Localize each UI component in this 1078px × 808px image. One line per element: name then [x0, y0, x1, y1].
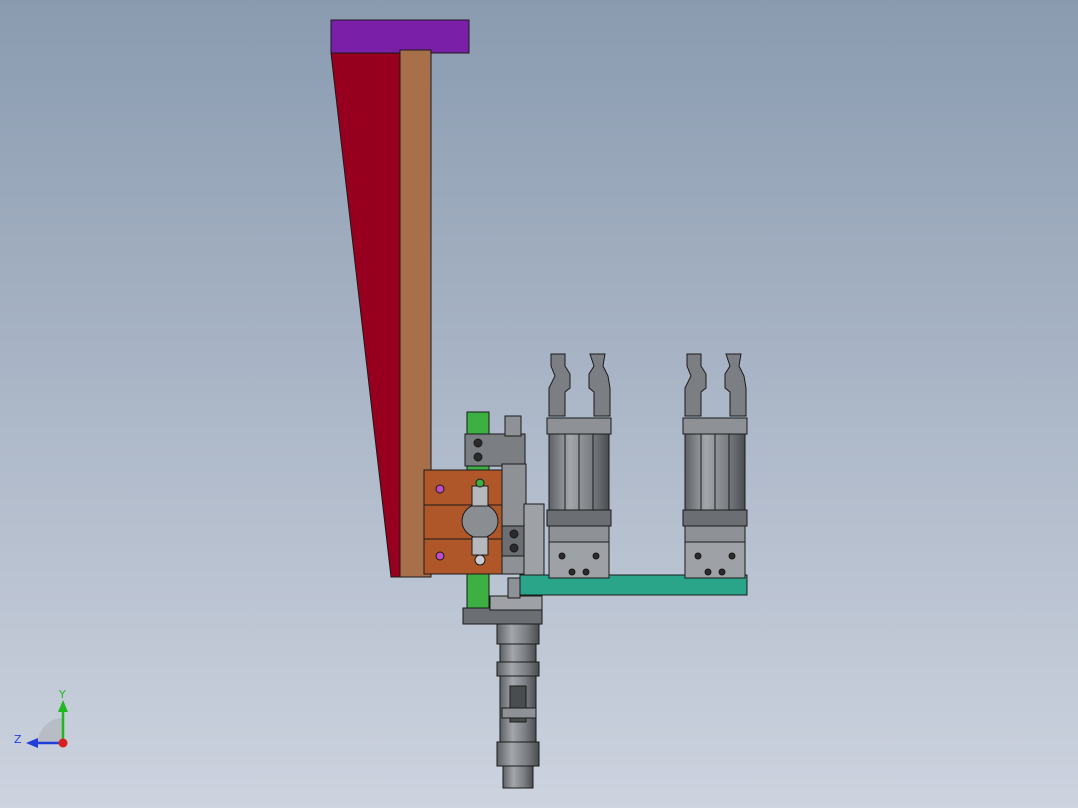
screw-icon [473, 452, 483, 462]
lower-rotary-shaft[interactable] [496, 623, 540, 789]
screw-icon [509, 529, 519, 539]
screw-icon [558, 552, 566, 560]
viewport-background [0, 0, 1078, 808]
screw-icon [694, 552, 702, 560]
screw-icon [582, 568, 590, 576]
screw-icon [592, 552, 600, 560]
screw-icon [568, 568, 576, 576]
screw-icon [704, 568, 712, 576]
rotary-knob[interactable] [461, 503, 499, 539]
axis-label-y: Y [58, 688, 66, 701]
bolt-icon [435, 551, 445, 561]
screw-icon [473, 438, 483, 448]
screw-icon [509, 543, 519, 553]
cad-viewport[interactable]: Y Z [0, 0, 1078, 808]
upper-bracket[interactable] [464, 433, 526, 467]
screw-icon [728, 552, 736, 560]
lift-cylinder-body[interactable] [501, 463, 527, 575]
axis-label-z: Z [14, 733, 22, 746]
screw-icon [718, 568, 726, 576]
top-plate[interactable] [330, 19, 470, 54]
bolt-icon [435, 484, 445, 494]
